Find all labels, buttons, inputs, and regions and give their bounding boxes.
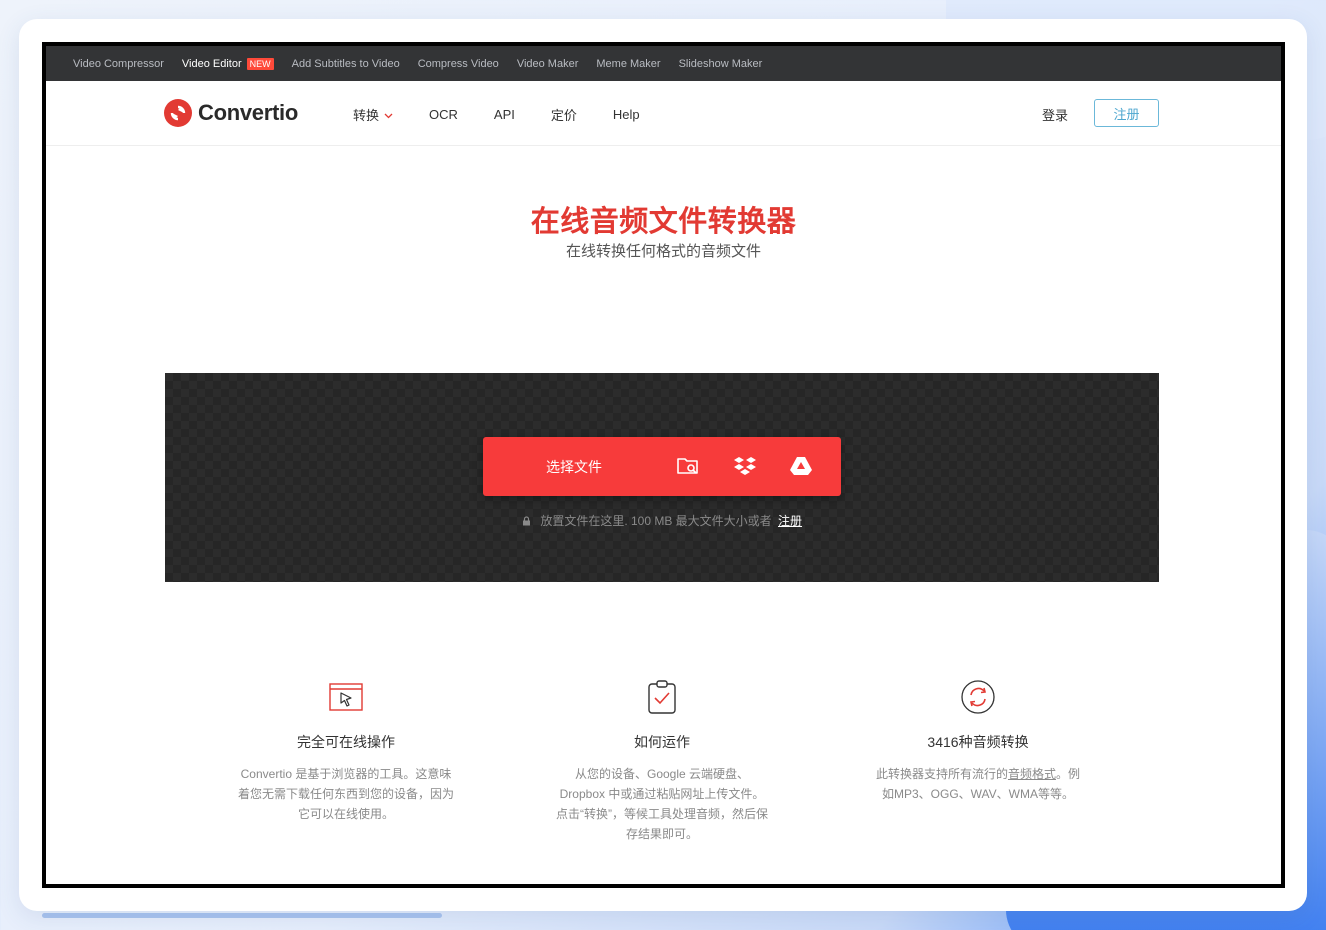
nav-api[interactable]: API (494, 107, 515, 122)
convertio-logo-icon (164, 99, 192, 127)
cursor-window-icon (216, 678, 476, 716)
choose-file-button[interactable]: 选择文件 (483, 437, 841, 496)
feature-text: Convertio 是基于浏览器的工具。这意味着您无需下载任何东西到您的设备，因… (238, 767, 455, 821)
top-link-slideshow-maker[interactable]: Slideshow Maker (679, 58, 763, 70)
lock-icon (522, 515, 531, 529)
choose-file-label: 选择文件 (546, 459, 602, 475)
feature-online: 完全可在线操作 Convertio 是基于浏览器的工具。这意味着您无需下载任何东… (216, 678, 476, 824)
nav-label: 转换 (353, 108, 380, 123)
nav-pricing[interactable]: 定价 (551, 105, 577, 124)
background-bar (42, 913, 442, 918)
feature-title: 3416种音频转换 (927, 734, 1029, 750)
page-title: 在线音频文件转换器 (530, 206, 797, 238)
drop-note: 放置文件在这里. 100 MB 最大文件大小或者 注册 (165, 512, 1159, 529)
top-link-video-maker[interactable]: Video Maker (517, 58, 579, 70)
browser-frame: Video Compressor Video Editor NEW Add Su… (42, 42, 1285, 888)
top-link-video-editor[interactable]: Video Editor NEW (181, 57, 274, 70)
dropbox-icon[interactable] (732, 454, 758, 478)
signup-button[interactable]: 注册 (1094, 99, 1159, 127)
top-link-meme-maker[interactable]: Meme Maker (596, 58, 660, 70)
audio-formats-link[interactable]: 音频格式 (1008, 767, 1056, 781)
feature-title: 完全可在线操作 (297, 734, 395, 750)
feature-how-it-works: 如何运作 从您的设备、Google 云端硬盘、Dropbox 中或通过粘贴网址上… (532, 678, 792, 844)
feature-text: 此转换器支持所有流行的音频格式。例如MP3、OGG、WAV、WMA等等。 (848, 764, 1108, 804)
nav-convert[interactable]: 转换 (353, 105, 393, 124)
nav-help[interactable]: Help (613, 107, 640, 122)
feature-conversions: 3416种音频转换 此转换器支持所有流行的音频格式。例如MP3、OGG、WAV、… (848, 678, 1108, 804)
feature-text-part: 此转换器支持所有流行的 (875, 767, 1008, 781)
top-link-label: Video Editor (181, 57, 242, 70)
new-badge: NEW (246, 57, 274, 70)
file-drop-zone[interactable]: 选择文件 放置文件在这里. 100 MB 最大文件大小或者 注册 (165, 373, 1159, 582)
drop-note-signup-link[interactable]: 注册 (778, 514, 802, 528)
top-link-video-compressor[interactable]: Video Compressor (73, 58, 164, 70)
google-drive-icon[interactable] (788, 454, 814, 478)
refresh-circle-icon (848, 678, 1108, 716)
site-header: Convertio 转换 OCR API 定价 Help 登录 注册 (46, 81, 1281, 146)
feature-title: 如何运作 (634, 734, 690, 750)
top-links-bar: Video Compressor Video Editor NEW Add Su… (46, 46, 1281, 81)
clipboard-check-icon (532, 678, 792, 716)
logo[interactable]: Convertio (164, 99, 298, 127)
folder-search-icon[interactable] (675, 454, 701, 478)
feature-text: 从您的设备、Google 云端硬盘、Dropbox 中或通过粘贴网址上传文件。点… (556, 767, 768, 841)
top-link-add-subtitles[interactable]: Add Subtitles to Video (292, 58, 400, 70)
page-subtitle: 在线转换任何格式的音频文件 (565, 243, 761, 260)
logo-text: Convertio (198, 100, 298, 125)
login-link[interactable]: 登录 (1042, 105, 1068, 124)
top-link-compress-video[interactable]: Compress Video (418, 58, 499, 70)
chevron-down-icon (384, 107, 393, 122)
main-nav: 转换 OCR API 定价 Help (353, 105, 676, 124)
nav-ocr[interactable]: OCR (429, 107, 458, 122)
drop-note-text: 放置文件在这里. 100 MB 最大文件大小或者 (540, 514, 772, 528)
